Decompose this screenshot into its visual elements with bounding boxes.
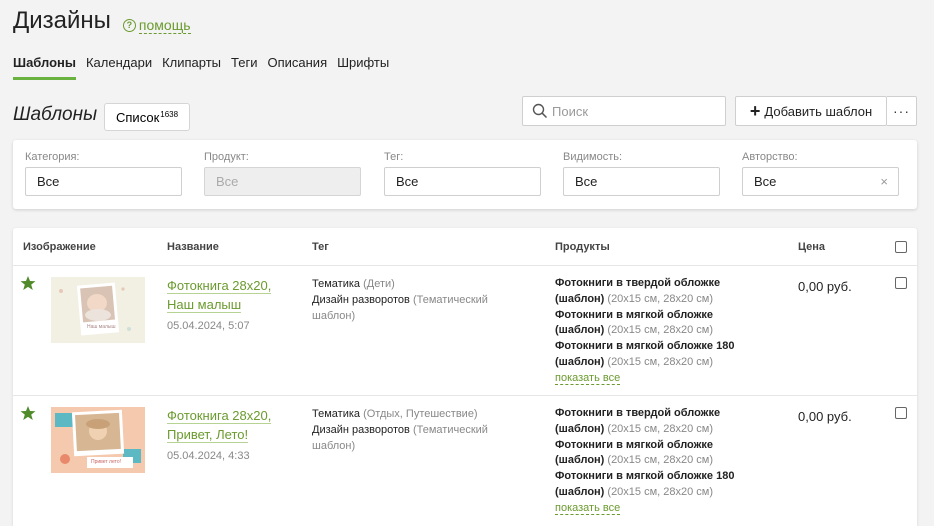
template-date: 05.04.2024, 5:07 [167,320,250,332]
question-icon: ? [122,19,136,32]
filter-tag-label: Тег: [384,151,404,163]
column-header-tag: Тег [312,241,329,253]
product-detail: (20x15 см, 28x20 см) [607,485,714,498]
filter-authorship: Авторство: Все × [742,151,899,196]
filter-category-select[interactable]: Все [25,167,182,196]
more-options-button[interactable]: ··· [887,96,917,126]
tag-name: Дизайн разворотов [312,424,410,436]
column-header-name[interactable]: Название [167,241,219,253]
tab-descriptions[interactable]: Описания [267,55,327,80]
template-price: 0,00 руб. [798,409,852,424]
filter-category-label: Категория: [25,151,80,163]
star-icon[interactable] [20,275,36,291]
template-tags: Тематика (Отдых, Путешествие) Дизайн раз… [312,406,512,454]
page-title: Дизайны [13,7,111,34]
template-date: 05.04.2024, 4:33 [167,450,250,462]
filter-authorship-select[interactable]: Все × [742,167,899,196]
tab-bar: Шаблоны Календари Клипарты Теги Описания… [13,55,399,80]
tag-detail: (Дети) [363,278,395,290]
filter-authorship-label: Авторство: [742,151,798,163]
list-count: 1638 [160,109,179,119]
filter-visibility-select[interactable]: Все [563,167,720,196]
tab-tags[interactable]: Теги [231,55,257,80]
plus-icon: + [749,101,761,121]
template-thumbnail[interactable]: Привет лето! [51,407,145,473]
add-template-label: Добавить шаблон [764,103,873,119]
filter-tag: Тег: Все [384,151,541,196]
filter-tag-select[interactable]: Все [384,167,541,196]
section-title: Шаблоны [13,104,98,125]
template-thumbnail[interactable]: Наш малыш [51,277,145,343]
list-button[interactable]: Список 1638 [104,103,191,131]
template-name-line1: Фотокнига 28х20, [167,278,272,294]
select-all-checkbox[interactable] [895,241,907,253]
product-detail: (20x15 см, 28x20 см) [607,454,714,467]
thumbnail-caption: Наш малыш [87,324,116,330]
filter-product-select: Все [204,167,361,196]
page-header: Дизайны ? помощь [13,7,191,35]
filter-visibility: Видимость: Все [563,151,720,196]
templates-table: Изображение Название Тег Продукты Цена Н… [13,228,917,526]
tag-name: Тематика [312,278,361,290]
table-row[interactable]: Наш малыш Фотокнига 28х20, Наш малыш 05.… [13,265,917,395]
tab-calendars[interactable]: Календари [86,55,152,80]
tag-name: Тематика [312,408,361,420]
row-checkbox[interactable] [895,277,907,289]
column-header-image: Изображение [23,241,96,253]
filters-panel: Категория: Все Продукт: Все Тег: Все Вид… [13,140,917,209]
help-link[interactable]: ? помощь [122,17,191,34]
filter-category: Категория: Все [25,151,182,196]
template-name-line2: Наш малыш [167,297,242,313]
filter-product: Продукт: Все [204,151,361,196]
column-header-price[interactable]: Цена [798,241,825,253]
row-checkbox[interactable] [895,407,907,419]
template-name-line2: Привет, Лето! [167,427,249,443]
add-template-button[interactable]: + Добавить шаблон [735,96,887,126]
template-name-link[interactable]: Фотокнига 28х20, Привет, Лето! [167,406,287,444]
help-label: помощь [138,17,191,34]
star-icon[interactable] [20,405,36,421]
template-products: Фотокниги в твердой обложке (шаблон) (20… [555,276,765,387]
product-detail: (20x15 см, 28x20 см) [607,292,714,305]
tag-name: Дизайн разворотов [312,294,410,306]
search-icon [532,103,548,119]
template-tags: Тематика (Дети) Дизайн разворотов (Темат… [312,276,512,324]
product-detail: (20x15 см, 28x20 см) [607,355,714,368]
filter-product-label: Продукт: [204,151,249,163]
product-detail: (20x15 см, 28x20 см) [607,422,714,435]
search-input[interactable] [552,103,722,119]
product-detail: (20x15 см, 28x20 см) [607,324,714,337]
table-row[interactable]: Привет лето! Фотокнига 28х20, Привет, Ле… [13,395,917,526]
clear-icon[interactable]: × [880,174,888,189]
column-header-products: Продукты [555,241,610,253]
template-name-line1: Фотокнига 28х20, [167,408,272,424]
thumbnail-caption: Привет лето! [91,459,121,465]
template-name-link[interactable]: Фотокнига 28х20, Наш малыш [167,276,287,314]
filter-visibility-label: Видимость: [563,151,623,163]
baby-photo-image [51,277,145,343]
show-all-link[interactable]: показать все [555,371,621,385]
tab-templates[interactable]: Шаблоны [13,55,76,80]
tab-fonts[interactable]: Шрифты [337,55,389,80]
template-products: Фотокниги в твердой обложке (шаблон) (20… [555,406,765,517]
search-box [522,96,726,126]
list-label: Список [116,109,160,125]
tab-cliparts[interactable]: Клипарты [162,55,221,80]
tag-detail: (Отдых, Путешествие) [363,408,478,420]
show-all-link[interactable]: показать все [555,501,621,515]
template-price: 0,00 руб. [798,279,852,294]
filter-authorship-value: Все [754,174,777,189]
